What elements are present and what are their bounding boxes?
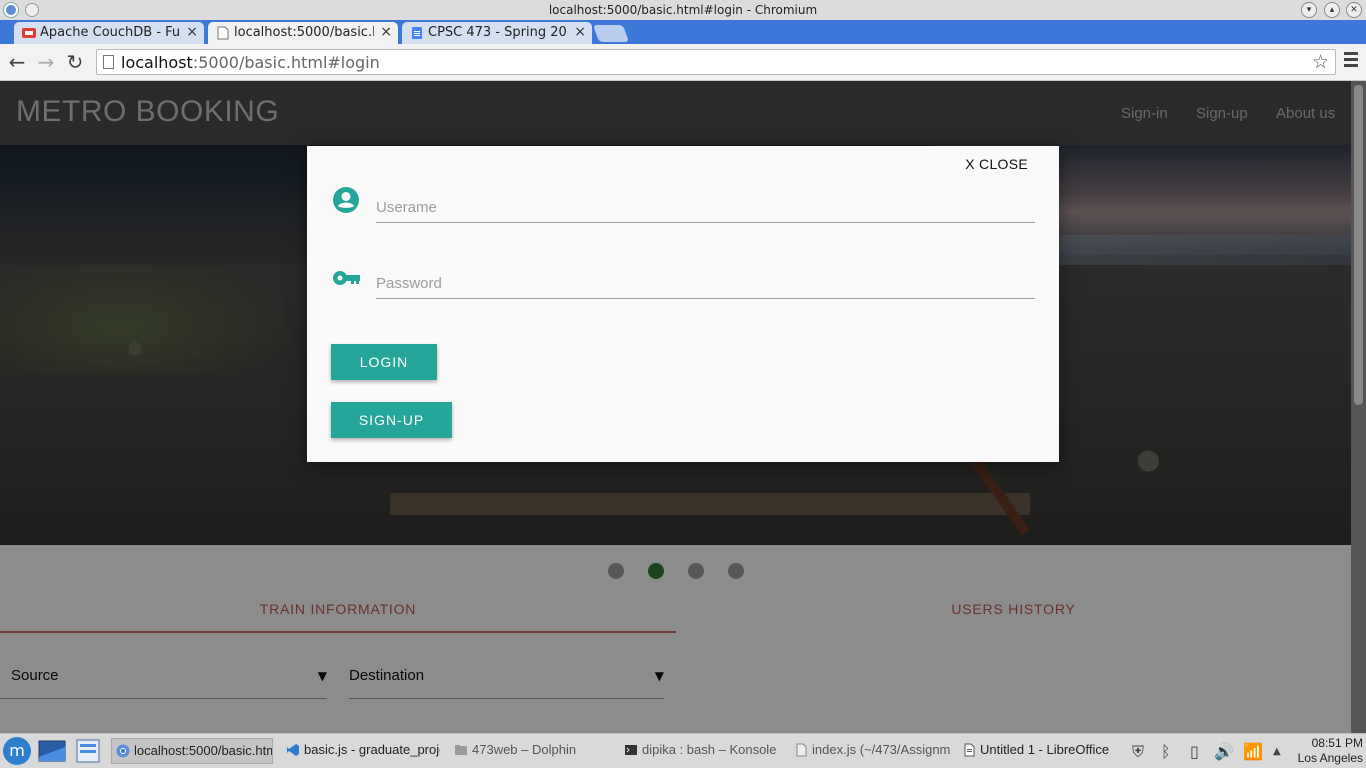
folder-icon [455,745,467,755]
chromium-icon [116,744,130,758]
url-host: localhost [121,53,193,72]
page-icon [217,26,229,40]
tab-label: localhost:5000/basic.html#login [234,25,374,40]
file-manager-icon[interactable] [74,739,102,763]
new-tab-button[interactable] [592,25,630,42]
task-chromium[interactable]: localhost:5000/basic.html#login [111,738,273,764]
wifi-icon[interactable]: 📶 [1243,742,1263,761]
task-libreoffice[interactable]: Untitled 1 - LibreOffice Writer [958,738,1113,764]
maximize-button[interactable]: ▴ [1324,2,1340,18]
start-menu-icon[interactable]: m [3,737,31,765]
close-tab-icon[interactable]: × [186,24,198,40]
window-title: localhost:5000/basic.html#login - Chromi… [548,3,818,17]
battery-icon[interactable]: ▯ [1190,742,1199,761]
login-modal: X CLOSE LOGIN SIGN-UP [307,146,1059,462]
task-label: Untitled 1 - LibreOffice Writer [980,742,1113,757]
browser-tab-cpsc[interactable]: CPSC 473 - Spring 2016 × [402,22,592,44]
browser-tab-couchdb[interactable]: Apache CouchDB - Futon × [14,22,204,44]
bluetooth-icon[interactable]: ᛒ [1161,742,1171,761]
clock[interactable]: 08:51 PM Los Angeles [1298,736,1363,766]
close-window-button[interactable]: ✕ [1346,2,1362,18]
username-input[interactable] [376,183,1035,221]
scrollbar-thumb[interactable] [1354,85,1363,405]
clock-time: 08:51 PM [1311,736,1363,750]
account-circle-icon [333,187,359,213]
task-label: dipika : bash – Konsole [642,742,777,757]
task-label: basic.js - graduate_project [304,742,440,757]
url-path: :5000/basic.html#login [192,53,380,72]
task-label: index.js (~/473/Assignment) [812,742,950,757]
close-modal-button[interactable]: X CLOSE [965,156,1028,172]
vscode-icon [287,744,299,756]
task-label: localhost:5000/basic.html#login [134,743,272,758]
bookmark-star-icon[interactable]: ☆ [1312,51,1329,73]
browser-tab-localhost[interactable]: localhost:5000/basic.html#login × [208,22,398,44]
task-label: 473web – Dolphin [472,742,577,757]
signup-button[interactable]: SIGN-UP [331,402,452,438]
minimize-button[interactable]: ▾ [1301,2,1317,18]
back-arrow-icon[interactable]: ← [5,50,29,74]
terminal-icon [625,745,637,755]
tab-label: Apache CouchDB - Futon [40,25,180,40]
volume-icon[interactable]: 🔊 [1214,742,1234,761]
task-vscode[interactable]: basic.js - graduate_project [282,738,440,764]
task-konsole[interactable]: dipika : bash – Konsole [620,738,780,764]
desktop-icon[interactable] [38,739,66,763]
menu-icon[interactable] [1344,52,1358,70]
task-text-editor[interactable]: index.js (~/473/Assignment) [790,738,950,764]
address-bar[interactable]: localhost:5000/basic.html#login ☆ [96,49,1336,75]
key-icon [333,271,360,285]
web-page: METRO BOOKING Sign-in Sign-up About us T… [0,81,1366,733]
couchdb-icon [22,28,36,38]
task-dolphin[interactable]: 473web – Dolphin [450,738,610,764]
writer-icon [964,743,975,757]
text-editor-icon [796,743,807,757]
tray-expand-icon[interactable]: ▲ [1273,746,1281,757]
reload-icon[interactable]: ↻ [63,50,87,74]
close-tab-icon[interactable]: × [380,24,392,40]
clock-location: Los Angeles [1297,751,1363,765]
browser-tab-strip: Apache CouchDB - Futon × localhost:5000/… [0,20,1366,44]
forward-arrow-icon[interactable]: → [34,50,58,74]
tab-label: CPSC 473 - Spring 2016 [428,25,568,40]
docs-icon [412,27,422,39]
window-titlebar: localhost:5000/basic.html#login - Chromi… [0,0,1366,20]
shield-icon[interactable]: ⛨ [1132,742,1144,762]
url-text[interactable]: localhost:5000/basic.html#login [121,53,380,72]
page-scrollbar[interactable] [1351,81,1366,733]
os-taskbar: m localhost:5000/basic.html#login basic.… [0,733,1366,768]
browser-toolbar: ← → ↻ localhost:5000/basic.html#login ☆ [0,44,1366,81]
close-tab-icon[interactable]: × [574,24,586,40]
password-field[interactable] [376,259,1035,299]
username-field[interactable] [376,183,1035,223]
page-icon [103,55,114,69]
login-button[interactable]: LOGIN [331,344,437,380]
password-input[interactable] [376,259,1035,297]
